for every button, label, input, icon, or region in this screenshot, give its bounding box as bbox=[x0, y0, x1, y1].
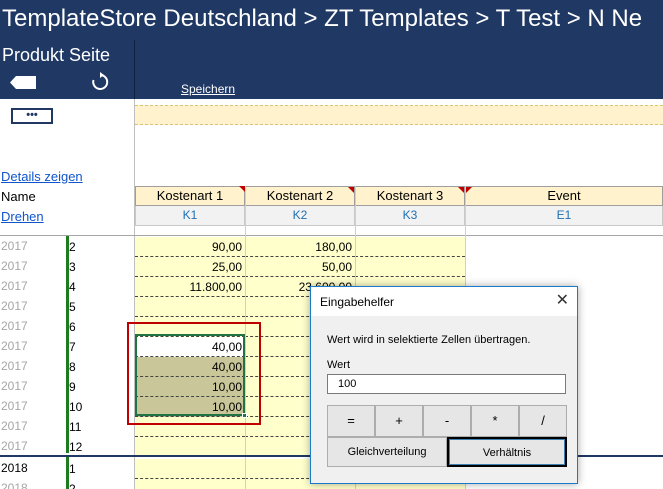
value-label: Wert bbox=[327, 359, 351, 371]
column-header-kostenart-1[interactable]: Kostenart 1 bbox=[135, 186, 245, 206]
row-month: 1 bbox=[69, 462, 76, 476]
table-cell[interactable] bbox=[135, 459, 245, 479]
row-month: 7 bbox=[69, 340, 76, 354]
row-year: 2017 bbox=[1, 259, 28, 273]
row-year: 2017 bbox=[1, 239, 28, 253]
row-year: 2017 bbox=[1, 299, 28, 313]
row-month: 10 bbox=[69, 400, 83, 414]
table-cell[interactable] bbox=[355, 257, 465, 277]
row-month: 9 bbox=[69, 380, 76, 394]
ratio-button[interactable]: Verhältnis bbox=[447, 437, 567, 467]
row-year: 2017 bbox=[1, 439, 28, 453]
more-options-button[interactable]: ••• bbox=[11, 108, 53, 124]
minus-button[interactable]: - bbox=[423, 405, 471, 437]
row-month: 3 bbox=[69, 260, 76, 274]
row-month: 12 bbox=[69, 440, 83, 454]
column-code: K2 bbox=[245, 206, 355, 226]
year-group-bar-2018 bbox=[66, 457, 69, 489]
rotate-link[interactable]: Drehen bbox=[1, 209, 44, 224]
equal-distribution-button[interactable]: Gleichverteilung bbox=[327, 437, 447, 467]
input-helper-dialog: Eingabehelfer ✕ Wert wird in selektierte… bbox=[310, 286, 578, 484]
row-year: 2017 bbox=[1, 419, 28, 433]
row-month: 6 bbox=[69, 320, 76, 334]
column-header-label: Kostenart 2 bbox=[266, 188, 334, 203]
row-year: 2017 bbox=[1, 319, 28, 333]
table-cell[interactable]: 50,00 bbox=[245, 257, 355, 277]
column-header-event[interactable]: Event bbox=[465, 186, 663, 206]
back-arrow-icon[interactable] bbox=[10, 76, 36, 89]
dialog-message: Wert wird in selektierte Zellen übertrag… bbox=[327, 334, 531, 346]
column-header-kostenart-2[interactable]: Kostenart 2 bbox=[245, 186, 355, 206]
table-cell[interactable] bbox=[355, 237, 465, 257]
row-month: 11 bbox=[69, 420, 82, 434]
plus-button[interactable]: + bbox=[375, 405, 423, 437]
dialog-title: Eingabehelfer bbox=[320, 295, 395, 309]
table-row: 2017 2 90,00 180,00 bbox=[0, 237, 663, 257]
row-year: 2017 bbox=[1, 399, 28, 413]
name-label: Name bbox=[1, 189, 36, 204]
dialog-title-bar: Eingabehelfer ✕ bbox=[311, 287, 577, 316]
table-cell[interactable] bbox=[135, 437, 245, 457]
column-header-label: Kostenart 3 bbox=[376, 188, 444, 203]
year-group-bar-2017 bbox=[66, 236, 69, 453]
column-code: E1 bbox=[465, 206, 663, 226]
table-cell[interactable] bbox=[135, 297, 245, 317]
comment-marker bbox=[348, 187, 354, 193]
column-header-label: Event bbox=[547, 188, 581, 203]
row-year: 2017 bbox=[1, 339, 28, 353]
breadcrumb[interactable]: TemplateStore Deutschland > ZT Templates… bbox=[2, 4, 642, 34]
table-row: 2017 3 25,00 50,00 bbox=[0, 257, 663, 277]
column-header-label: Kostenart 1 bbox=[156, 188, 224, 203]
app-header: TemplateStore Deutschland > ZT Templates… bbox=[0, 0, 663, 99]
row-month: 5 bbox=[69, 300, 76, 314]
row-year: 2017 bbox=[1, 359, 28, 373]
column-code: K3 bbox=[355, 206, 465, 226]
column-code: K1 bbox=[135, 206, 245, 226]
refresh-icon[interactable] bbox=[90, 72, 110, 92]
table-cell[interactable]: 180,00 bbox=[245, 237, 355, 257]
close-icon[interactable]: ✕ bbox=[556, 291, 569, 311]
equals-button[interactable]: = bbox=[327, 405, 375, 437]
row-month: 2 bbox=[69, 240, 76, 254]
row-year: 2017 bbox=[1, 279, 28, 293]
value-input[interactable] bbox=[327, 374, 566, 394]
row-year: 2017 bbox=[1, 379, 28, 393]
row-year: 2018 bbox=[1, 461, 28, 475]
header-divider bbox=[134, 40, 135, 99]
table-cell[interactable]: 25,00 bbox=[135, 257, 245, 277]
header-separator bbox=[0, 235, 663, 236]
table-cell[interactable]: 11.800,00 bbox=[135, 277, 245, 297]
divide-button[interactable]: / bbox=[519, 405, 567, 437]
row-month: 4 bbox=[69, 280, 76, 294]
comment-marker bbox=[466, 187, 472, 193]
input-strip bbox=[135, 105, 663, 125]
cell-selection bbox=[135, 334, 245, 416]
save-link[interactable]: Speichern bbox=[181, 82, 235, 96]
column-header-kostenart-3[interactable]: Kostenart 3 bbox=[355, 186, 465, 206]
table-cell[interactable]: 90,00 bbox=[135, 237, 245, 257]
page-title: Produkt Seite bbox=[2, 45, 111, 65]
row-year: 2018 bbox=[1, 481, 28, 489]
fill-handle[interactable] bbox=[242, 413, 247, 418]
comment-marker bbox=[458, 187, 464, 193]
table-cell[interactable] bbox=[135, 479, 245, 489]
multiply-button[interactable]: * bbox=[471, 405, 519, 437]
row-month: 8 bbox=[69, 360, 76, 374]
row-month: 2 bbox=[69, 482, 76, 489]
details-link[interactable]: Details zeigen bbox=[1, 169, 83, 184]
